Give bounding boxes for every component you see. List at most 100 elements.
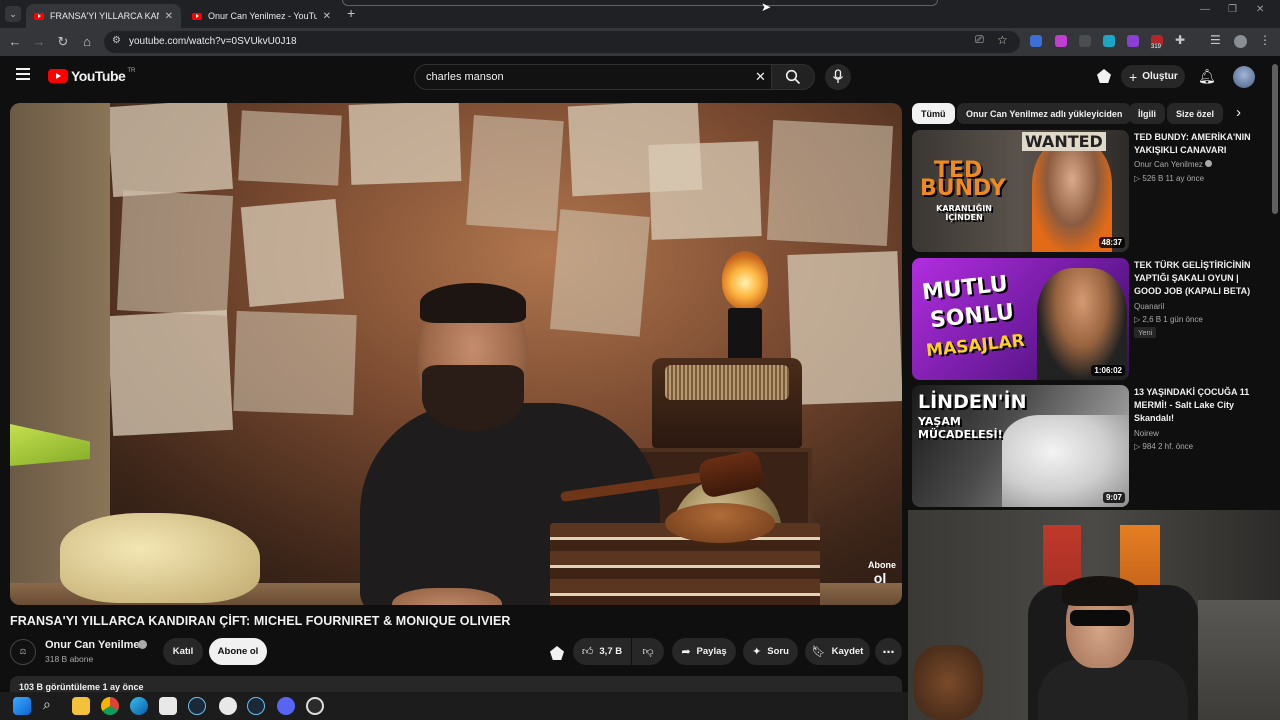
window-drag-handle[interactable] bbox=[342, 0, 938, 6]
browser-tab-active[interactable]: FRANSA'YI YILLARCA KANDIRAN ✕ bbox=[26, 4, 181, 28]
extension-icon-3[interactable] bbox=[1079, 35, 1091, 47]
chips-next-chevron-icon[interactable]: › bbox=[1236, 104, 1241, 121]
youtube-logo[interactable]: YouTube TR bbox=[48, 68, 135, 84]
maximize-icon[interactable]: ❐ bbox=[1228, 4, 1237, 15]
extension-icon-2[interactable] bbox=[1055, 35, 1067, 47]
windows-start-icon[interactable] bbox=[13, 697, 31, 715]
recommendation-title[interactable]: TED BUNDY: AMERİKA'NIN YAKIŞIKLI CANAVAR… bbox=[1134, 131, 1264, 157]
streamer-hair bbox=[1062, 576, 1138, 606]
save-button[interactable]: 🔖︎ Kaydet bbox=[805, 638, 870, 665]
discord-icon[interactable] bbox=[277, 697, 295, 715]
channel-avatar[interactable]: ⚖ bbox=[10, 639, 36, 665]
home-icon[interactable]: ⌂ bbox=[79, 34, 95, 50]
verified-badge-icon bbox=[138, 640, 147, 649]
bookmark-star-icon[interactable]: ☆ bbox=[997, 33, 1008, 47]
chip-related[interactable]: İlgili bbox=[1129, 103, 1165, 124]
video-player[interactable]: Abone ol bbox=[10, 103, 902, 605]
search-button[interactable] bbox=[771, 64, 815, 90]
subscribe-button[interactable]: Abone ol bbox=[209, 638, 267, 665]
search-input-value: charles manson bbox=[426, 71, 504, 83]
recommendation-thumbnail[interactable]: MUTLU SONLU MASAJLAR 1:06:02 bbox=[912, 258, 1129, 380]
tab-close-icon[interactable]: ✕ bbox=[323, 11, 331, 22]
recommendation-thumbnail[interactable]: LİNDEN'İN YAŞAM MÜCADELESİ! 9:07 bbox=[912, 385, 1129, 507]
search-input[interactable]: charles manson ✕ bbox=[414, 64, 772, 90]
store-icon[interactable] bbox=[159, 697, 177, 715]
light-bulb bbox=[722, 251, 768, 309]
reading-list-icon[interactable]: ☰ bbox=[1210, 33, 1221, 47]
voice-search-button[interactable] bbox=[825, 64, 851, 90]
app-icon[interactable] bbox=[306, 697, 324, 715]
subscribe-watermark[interactable]: Abone ol bbox=[868, 561, 896, 587]
create-button[interactable]: + Oluştur bbox=[1121, 65, 1185, 88]
recommendation-channel[interactable]: Onur Can Yenilmez bbox=[1134, 160, 1213, 169]
address-bar[interactable]: ⚙ youtube.com/watch?v=0SVUkvU0J18 ⎚ ☆ bbox=[104, 31, 1020, 53]
newspaper-clipping bbox=[238, 110, 342, 186]
dislike-button[interactable]: 👎︎ bbox=[632, 638, 664, 665]
newspaper-clipping bbox=[240, 199, 345, 307]
thumb-figure bbox=[1032, 140, 1112, 252]
share-button[interactable]: ➦ Paylaş bbox=[672, 638, 736, 665]
newspaper-clipping bbox=[648, 141, 762, 240]
webcam-overlay bbox=[908, 510, 1280, 720]
reload-icon[interactable]: ↻ bbox=[55, 34, 71, 50]
recommendation-channel[interactable]: Noirew bbox=[1134, 429, 1159, 438]
join-button[interactable]: Katıl bbox=[163, 638, 203, 665]
presenter-beard bbox=[422, 365, 524, 431]
extensions-puzzle-icon[interactable]: ✚ bbox=[1175, 33, 1185, 47]
ai-summary-icon[interactable] bbox=[550, 646, 564, 660]
chip-from-uploader[interactable]: Onur Can Yenilmez adlı yükleyiciden bbox=[957, 103, 1132, 124]
recommendation-thumbnail[interactable]: WANTED TED BUNDY KARANLIĞIN İÇİNDEN 48:3… bbox=[912, 130, 1129, 252]
extension-icon-5[interactable] bbox=[1127, 35, 1139, 47]
back-icon[interactable]: ← bbox=[7, 34, 23, 50]
share-icon: ➦ bbox=[681, 646, 691, 658]
extension-icon-1[interactable] bbox=[1030, 35, 1042, 47]
subscriber-count: 318 B abone bbox=[45, 654, 94, 664]
yandex-icon[interactable] bbox=[219, 697, 237, 715]
newspaper-clipping bbox=[787, 251, 902, 405]
profile-avatar[interactable] bbox=[1234, 35, 1247, 48]
tab-close-icon[interactable]: ✕ bbox=[165, 11, 173, 22]
notifications-bell-icon[interactable]: 🔔︎ bbox=[1198, 68, 1216, 85]
recommendation-title[interactable]: TEK TÜRK GELİŞTİRİCİNİN YAPTIĞI ŞAKALI O… bbox=[1134, 259, 1264, 298]
extension-icon-4[interactable] bbox=[1103, 35, 1115, 47]
shelf-right bbox=[1198, 600, 1280, 720]
new-tab-button[interactable]: + bbox=[347, 5, 355, 21]
newspaper-clipping bbox=[766, 119, 894, 247]
tab-search-icon[interactable]: ⌄ bbox=[5, 6, 21, 22]
youtube-play-icon bbox=[48, 69, 68, 83]
browser-menu-icon[interactable]: ⋮ bbox=[1259, 33, 1271, 47]
minimize-icon[interactable]: — bbox=[1200, 4, 1210, 15]
clear-search-icon[interactable]: ✕ bbox=[755, 69, 766, 85]
newspaper-clipping bbox=[466, 114, 564, 232]
forward-icon[interactable]: → bbox=[31, 34, 47, 50]
account-avatar[interactable] bbox=[1233, 66, 1255, 88]
browser-tab[interactable]: Onur Can Yenilmez - YouTube ✕ bbox=[184, 4, 339, 28]
edge-icon[interactable] bbox=[130, 697, 148, 715]
file-explorer-icon[interactable] bbox=[72, 697, 90, 715]
newspaper-clipping bbox=[107, 103, 233, 198]
chip-for-you[interactable]: Size özel bbox=[1167, 103, 1224, 124]
thumb-text: SONLU bbox=[928, 299, 1016, 334]
site-info-icon[interactable]: ⚙ bbox=[112, 35, 121, 46]
chip-all[interactable]: Tümü bbox=[912, 103, 955, 124]
thumb-text: LİNDEN'İN bbox=[918, 391, 1027, 413]
like-button[interactable]: 👍︎ 3,7 B bbox=[573, 638, 631, 665]
recommendation-title[interactable]: 13 YAŞINDAKİ ÇOCUĞA 11 MERMİ! - Salt Lak… bbox=[1134, 386, 1264, 425]
thumb-text: WANTED bbox=[1022, 132, 1106, 151]
close-window-icon[interactable]: ✕ bbox=[1256, 4, 1264, 15]
taskbar-search-icon[interactable]: ⌕ bbox=[43, 696, 51, 713]
page-scrollbar[interactable] bbox=[1272, 64, 1278, 214]
thumb-figure bbox=[1037, 268, 1127, 380]
thumb-text: KARANLIĞIN İÇİNDEN bbox=[936, 204, 992, 222]
ask-button[interactable]: ✦ Soru bbox=[743, 638, 798, 665]
chrome-icon[interactable] bbox=[101, 697, 119, 715]
recommendation-channel[interactable]: Quanaril bbox=[1134, 302, 1164, 311]
more-actions-button[interactable]: ⋯ bbox=[875, 638, 902, 665]
channel-name[interactable]: Onur Can Yenilmez bbox=[45, 639, 145, 651]
video-duration: 9:07 bbox=[1102, 492, 1125, 503]
steam-icon[interactable] bbox=[247, 697, 265, 715]
steam-icon[interactable] bbox=[188, 697, 206, 715]
hamburger-menu-icon[interactable] bbox=[16, 68, 30, 80]
install-app-icon[interactable]: ⎚ bbox=[975, 34, 984, 47]
video-duration: 48:37 bbox=[1098, 237, 1125, 248]
